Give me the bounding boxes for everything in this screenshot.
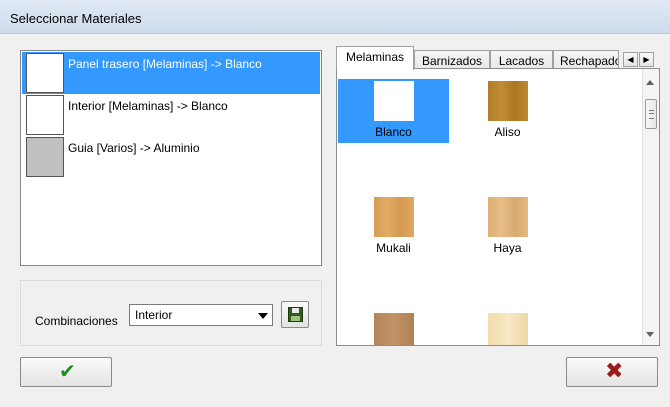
chevron-down-icon[interactable] — [258, 313, 268, 319]
texture-item[interactable] — [452, 311, 563, 345]
close-x-icon: ✖ — [605, 358, 624, 383]
texture-label: Blanco — [375, 125, 412, 139]
list-item-label: Interior [Melaminas] -> Blanco — [68, 99, 228, 113]
tab-melaminas[interactable]: Melaminas — [336, 46, 414, 70]
material-swatch — [26, 95, 64, 135]
combinaciones-select[interactable]: Interior — [129, 304, 273, 326]
texture-blanco[interactable]: Blanco — [338, 79, 449, 143]
texture-swatch — [488, 197, 528, 237]
ok-button[interactable]: ✔ — [20, 357, 112, 387]
texture-swatch — [374, 197, 414, 237]
texture-label: Mukali — [376, 241, 411, 255]
combinaciones-value: Interior — [135, 308, 173, 322]
materials-list[interactable]: Panel trasero [Melaminas] -> Blanco Inte… — [20, 50, 322, 266]
texture-swatch — [488, 81, 528, 121]
texture-label: Haya — [493, 241, 522, 255]
save-combination-button[interactable] — [281, 301, 309, 328]
tab-scroll-left-icon[interactable]: ◀ — [623, 52, 638, 67]
texture-swatch — [488, 313, 528, 345]
window-title: Seleccionar Materiales — [10, 11, 142, 26]
texture-label: Aliso — [494, 125, 521, 139]
texture-swatch — [374, 313, 414, 345]
texture-haya[interactable]: Haya — [452, 195, 563, 259]
list-item-interior[interactable]: Interior [Melaminas] -> Blanco — [22, 94, 320, 136]
material-swatch — [26, 137, 64, 177]
texture-mukali[interactable]: Mukali — [338, 195, 449, 259]
checkmark-icon: ✔ — [59, 361, 76, 383]
texture-aliso[interactable]: Aliso — [452, 79, 563, 143]
scroll-up-icon[interactable] — [646, 80, 654, 85]
cancel-button[interactable]: ✖ — [566, 357, 658, 387]
scroll-thumb[interactable] — [645, 99, 657, 129]
list-item-label: Guia [Varios] -> Aluminio — [68, 141, 200, 155]
list-item-label: Panel trasero [Melaminas] -> Blanco — [68, 57, 262, 71]
scroll-down-icon[interactable] — [646, 332, 654, 337]
tab-scroll-right-icon[interactable]: ▶ — [639, 52, 654, 67]
floppy-disk-icon — [288, 307, 303, 322]
combinaciones-label: Combinaciones — [35, 314, 118, 328]
list-item-guia[interactable]: Guia [Varios] -> Aluminio — [22, 136, 320, 178]
texture-swatch — [374, 81, 414, 121]
list-item-panel-trasero[interactable]: Panel trasero [Melaminas] -> Blanco — [22, 52, 320, 94]
combinaciones-group: Combinaciones Interior — [20, 280, 322, 346]
texture-item[interactable] — [338, 311, 449, 345]
texture-panel: Blanco Aliso Mukali Haya — [336, 68, 660, 346]
texture-scrollbar[interactable] — [642, 69, 659, 345]
material-swatch — [26, 53, 64, 93]
title-bar: Seleccionar Materiales — [0, 0, 670, 34]
